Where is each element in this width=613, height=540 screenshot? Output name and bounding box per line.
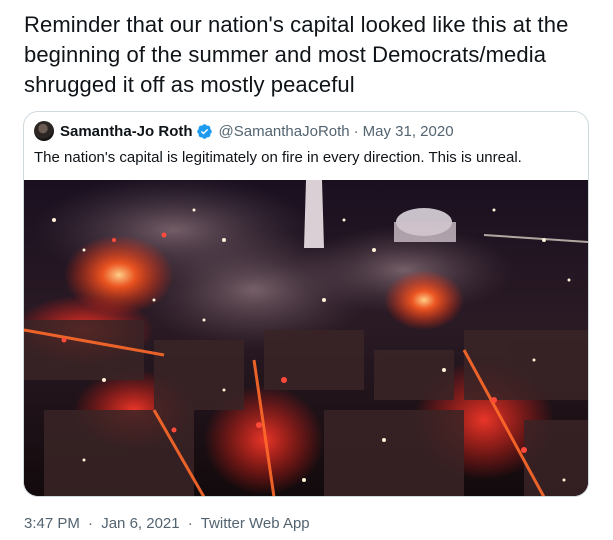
separator-dot: ·	[353, 122, 359, 140]
separator-dot: ·	[187, 515, 193, 532]
quoted-tweet-date[interactable]: May 31, 2020	[363, 123, 454, 140]
quoted-tweet-image[interactable]	[24, 180, 588, 496]
tweet-date[interactable]: Jan 6, 2021	[101, 515, 179, 532]
tweet-time[interactable]: 3:47 PM	[24, 515, 80, 532]
avatar[interactable]	[34, 121, 54, 141]
separator-dot: ·	[88, 515, 94, 532]
tweet-text: Reminder that our nation's capital looke…	[24, 12, 569, 97]
quoted-tweet-header: Samantha-Jo Roth @SamanthaJoRoth · May 3…	[34, 120, 454, 142]
quoted-author-handle[interactable]: @SamanthaJoRoth	[219, 123, 350, 140]
tweet-footer: 3:47 PM · Jan 6, 2021 · Twitter Web App	[24, 514, 310, 534]
tweet-source[interactable]: Twitter Web App	[201, 515, 310, 532]
quoted-tweet-text: The nation's capital is legitimately on …	[34, 149, 522, 166]
city-fire-photo	[24, 180, 588, 496]
quoted-tweet-card[interactable]: Samantha-Jo Roth @SamanthaJoRoth · May 3…	[23, 111, 589, 497]
verified-badge-icon	[196, 123, 213, 140]
quoted-author-name[interactable]: Samantha-Jo Roth	[60, 123, 193, 140]
